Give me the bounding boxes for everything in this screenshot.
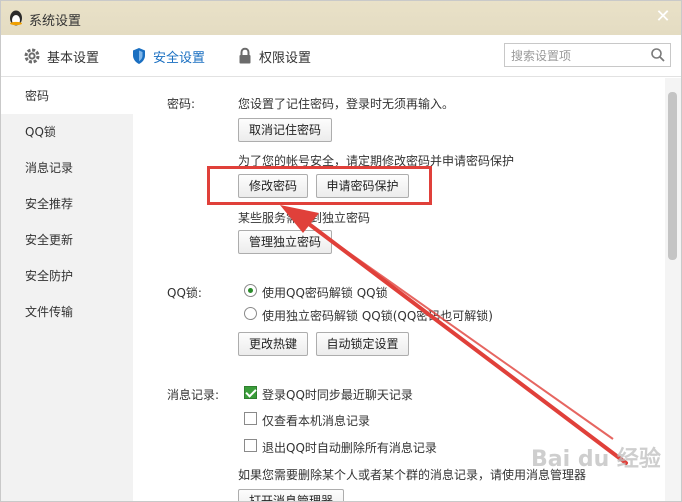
sidebar-item-security-recommend[interactable]: 安全推荐: [1, 186, 133, 222]
shield-icon: [133, 48, 145, 64]
gear-icon: [24, 48, 40, 64]
radio-label: 使用QQ密码解锁 QQ锁: [262, 286, 388, 300]
settings-content: 密码: 您设置了记住密码，登录时无须再输入。 取消记住密码 为了您的帐号安全，请…: [133, 78, 681, 501]
title-bar: 系统设置 ✕: [1, 1, 681, 35]
password-section-label: 密码:: [167, 97, 196, 111]
window-title: 系统设置: [29, 14, 82, 29]
cancel-remember-password-button[interactable]: 取消记住密码: [238, 118, 332, 142]
scrollbar-thumb[interactable]: [668, 92, 677, 260]
radio-label: 使用独立密码解锁 QQ锁(QQ密码也可解锁): [262, 309, 493, 323]
local-records-only-checkbox[interactable]: [244, 412, 257, 425]
sync-recent-chat-checkbox[interactable]: [244, 386, 257, 399]
baidu-watermark: Bai du 经验: [531, 447, 661, 472]
auto-lock-settings-button[interactable]: 自动锁定设置: [316, 332, 409, 356]
tab-security-settings[interactable]: 安全设置: [131, 45, 205, 67]
search-icon[interactable]: [650, 47, 666, 63]
open-message-manager-button[interactable]: 打开消息管理器: [238, 489, 344, 501]
tab-bar: 基本设置 安全设置 权限设置: [1, 35, 681, 77]
sidebar-item-security-protection[interactable]: 安全防护: [1, 258, 133, 294]
tab-permission-settings[interactable]: 权限设置: [237, 45, 311, 67]
checkbox-label: 退出QQ时自动删除所有消息记录: [262, 441, 437, 455]
search-box: [504, 43, 671, 67]
annotation-highlight-box: [207, 166, 432, 205]
message-record-section-label: 消息记录:: [167, 388, 220, 402]
lock-icon: [239, 47, 251, 64]
sidebar-item-password[interactable]: 密码: [1, 78, 133, 114]
unlock-with-qq-password-radio[interactable]: [244, 284, 257, 297]
close-button[interactable]: ✕: [653, 7, 673, 27]
unlock-with-independent-password-radio[interactable]: [244, 307, 257, 320]
password-remembered-text: 您设置了记住密码，登录时无须再输入。: [238, 97, 455, 111]
vertical-scrollbar[interactable]: [665, 78, 681, 501]
checkbox-label: 仅查看本机消息记录: [262, 414, 371, 428]
settings-window: 系统设置 ✕ 基本设置 安全设置 权限设置 搜索设置项 密码 QQ锁 消息记录 …: [0, 0, 682, 502]
change-hotkey-button[interactable]: 更改热键: [238, 332, 308, 356]
qq-penguin-icon: [10, 10, 22, 26]
sidebar-item-qq-lock[interactable]: QQ锁: [1, 114, 133, 150]
manage-independent-password-button[interactable]: 管理独立密码: [238, 230, 332, 254]
tab-label: 安全设置: [153, 50, 206, 66]
sidebar-item-security-update[interactable]: 安全更新: [1, 222, 133, 258]
checkbox-label: 登录QQ时同步最近聊天记录: [262, 388, 413, 402]
tab-basic-settings[interactable]: 基本设置: [23, 45, 99, 67]
independent-password-tip: 某些服务需用到独立密码: [238, 211, 371, 225]
tab-label: 基本设置: [47, 50, 100, 66]
qq-lock-section-label: QQ锁:: [167, 286, 202, 300]
tab-label: 权限设置: [259, 50, 312, 66]
search-input[interactable]: [511, 47, 641, 64]
delete-records-on-exit-checkbox[interactable]: [244, 439, 257, 452]
sidebar-item-file-transfer[interactable]: 文件传输: [1, 294, 133, 330]
sidebar: 密码 QQ锁 消息记录 安全推荐 安全更新 安全防护 文件传输: [1, 78, 133, 501]
sidebar-item-message-record[interactable]: 消息记录: [1, 150, 133, 186]
